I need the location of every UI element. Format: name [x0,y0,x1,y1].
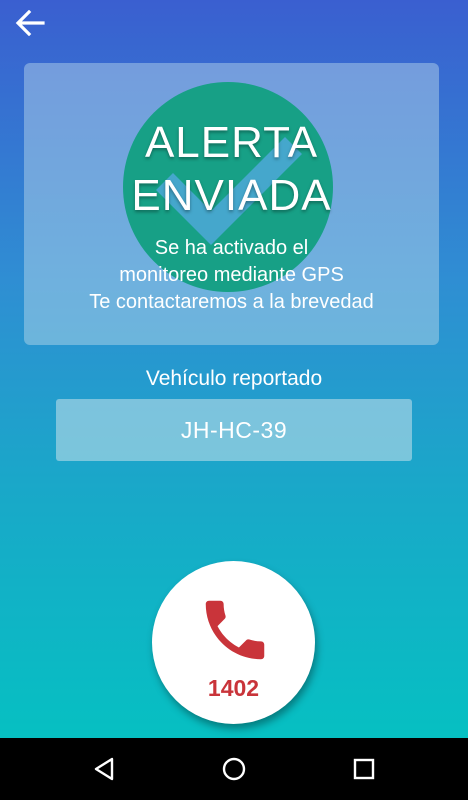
triangle-back-icon [94,757,114,781]
alert-title-line1: ALERTA [144,118,319,167]
nav-recents-button[interactable] [344,750,384,788]
app-screen: ALERTA ENVIADA Se ha activado el monitor… [0,0,468,738]
vehicle-plate: JH-HC-39 [180,416,288,443]
square-recents-icon [353,758,375,780]
alert-card: ALERTA ENVIADA Se ha activado el monitor… [24,63,439,345]
arrow-left-icon [15,10,45,36]
alert-message-line2: monitoreo mediante GPS [119,264,344,286]
nav-back-button[interactable] [84,750,124,788]
alert-title-line2: ENVIADA [131,171,332,220]
phone-icon [205,600,265,660]
call-number: 1402 [207,675,260,701]
alert-message-line1: Se ha activado el [154,237,309,259]
alert-message-line3: Te contactaremos a la brevedad [89,291,374,313]
back-button[interactable] [10,6,50,40]
vehicle-label: Vehículo reportado [145,367,323,390]
call-button[interactable]: 1402 [152,561,315,724]
android-navigation-bar [0,738,468,800]
vehicle-plate-box: JH-HC-39 [56,399,412,461]
circle-home-icon [222,757,246,781]
nav-home-button[interactable] [214,750,254,788]
